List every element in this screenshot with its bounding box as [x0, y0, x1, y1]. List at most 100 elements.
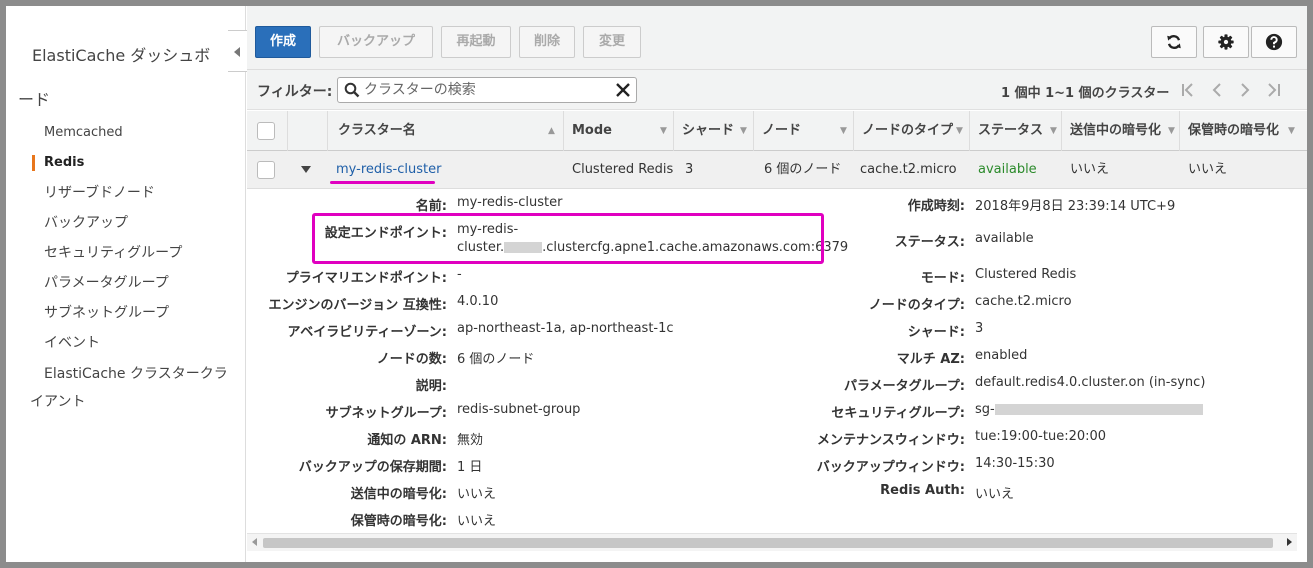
sidebar-item-security-groups[interactable]: セキュリティグループ: [6, 238, 236, 268]
column-header-label: ステータス: [978, 123, 1044, 138]
detail-label-in-transit-encryption: 送信中の暗号化:: [350, 487, 447, 502]
refresh-button[interactable]: [1151, 26, 1197, 58]
search-icon: [344, 82, 360, 98]
column-header-nodes[interactable]: ノード ▼: [753, 111, 853, 151]
column-header-in-transit-encryption[interactable]: 送信中の暗号化 ▼: [1061, 111, 1179, 151]
next-page-icon[interactable]: [1235, 80, 1255, 100]
sort-asc-icon: ▲: [548, 126, 555, 136]
column-header-label: 送信中の暗号化: [1070, 123, 1162, 138]
detail-value-in-transit-encryption: いいえ: [457, 487, 497, 502]
detail-label-node-count: ノードの数:: [376, 352, 447, 367]
sidebar-item-reserved-nodes[interactable]: リザーブドノード: [6, 178, 236, 208]
cell-nodes: 6 個のノード: [764, 162, 842, 177]
last-page-icon[interactable]: [1263, 80, 1283, 100]
sidebar-item-label: サブネットグループ: [44, 305, 170, 321]
cell-status: available: [978, 162, 1037, 177]
backup-button[interactable]: バックアップ: [319, 26, 433, 58]
sidebar-item-label: Memcached: [44, 125, 123, 140]
detail-label-primary-endpoint: プライマリエンドポイント:: [285, 271, 447, 286]
column-header-status[interactable]: ステータス ▼: [969, 111, 1061, 151]
cluster-name-annotation-underline: [330, 181, 435, 184]
row-checkbox[interactable]: [257, 161, 275, 179]
delete-button[interactable]: 削除: [519, 26, 575, 58]
reboot-button[interactable]: 再起動: [441, 26, 511, 58]
sidebar-item-label: リザーブドノード: [44, 185, 155, 201]
detail-label-availability-zones: アベイラビリティーゾーン:: [287, 325, 447, 340]
detail-value-notification-arn: 無効: [457, 433, 484, 448]
security-group-prefix[interactable]: sg-: [975, 402, 995, 417]
column-header-label: シャード: [682, 123, 735, 138]
detail-label-notification-arn: 通知の ARN:: [367, 433, 447, 448]
help-icon: [1265, 33, 1283, 51]
sidebar-item-label: パラメータグループ: [44, 275, 169, 291]
detail-value-engine-version: 4.0.10: [457, 294, 499, 309]
sidebar-item-label: バックアップ: [44, 215, 128, 231]
detail-label-security-group: セキュリティグループ:: [831, 406, 965, 421]
detail-value-node-type: cache.t2.micro: [975, 294, 1072, 309]
table-header: クラスター名 ▲ Mode ▼ シャード ▼ ノード ▼ ノードのタイプ ▼ ス…: [247, 111, 1307, 151]
column-header-mode[interactable]: Mode ▼: [563, 111, 673, 151]
cell-mode: Clustered Redis: [572, 162, 674, 177]
detail-value-backup-window: 14:30-15:30: [975, 456, 1055, 471]
clear-icon[interactable]: [614, 81, 632, 99]
sidebar-item-events[interactable]: イベント: [6, 328, 236, 358]
sidebar-item-parameter-groups[interactable]: パラメータグループ: [6, 268, 236, 298]
detail-label-multi-az: マルチ AZ:: [896, 352, 965, 367]
modify-button[interactable]: 変更: [583, 26, 641, 58]
first-page-icon[interactable]: [1179, 80, 1199, 100]
column-header-node-type[interactable]: ノードのタイプ ▼: [853, 111, 969, 151]
sort-icon: ▼: [956, 126, 963, 136]
filter-bar: フィルター: 1 個中 1~1 個のクラスター: [247, 70, 1307, 110]
filter-label: フィルター:: [257, 84, 333, 100]
cell-node-type: cache.t2.micro: [860, 162, 957, 177]
sidebar-item-backups[interactable]: バックアップ: [6, 208, 236, 238]
sort-icon: ▼: [1288, 126, 1295, 136]
expand-icon[interactable]: [301, 166, 311, 173]
detail-value-created-time: 2018年9月8日 23:39:14 UTC+9: [975, 199, 1176, 214]
settings-button[interactable]: [1203, 26, 1249, 58]
detail-value-mode: Clustered Redis: [975, 267, 1077, 282]
sidebar-item-label: イベント: [44, 335, 100, 351]
sidebar-item-memcached[interactable]: Memcached: [6, 118, 236, 148]
sort-icon: ▼: [1168, 126, 1175, 136]
detail-value-multi-az: enabled: [975, 348, 1028, 363]
search-input[interactable]: [364, 80, 604, 100]
sort-icon: ▼: [740, 126, 747, 136]
column-header-at-rest-encryption[interactable]: 保管時の暗号化 ▼: [1179, 111, 1299, 151]
column-header-label: ノードのタイプ: [862, 123, 954, 138]
detail-label-redis-auth: Redis Auth:: [880, 483, 965, 498]
detail-value-primary-endpoint: -: [457, 267, 462, 282]
sidebar-collapse-toggle[interactable]: [228, 30, 248, 72]
help-button[interactable]: [1251, 26, 1297, 58]
detail-value-at-rest-encryption: いいえ: [457, 514, 497, 529]
sidebar-item-cluster-client[interactable]: ElastiCache クラスタークラ イアント: [6, 358, 236, 416]
sidebar-item-label: セキュリティグループ: [44, 245, 183, 261]
column-header-label: 保管時の暗号化: [1188, 123, 1280, 138]
sidebar-item-subnet-groups[interactable]: サブネットグループ: [6, 298, 236, 328]
redacted-mask: [994, 404, 1203, 415]
sidebar-nav: Memcached Redis リザーブドノード バックアップ セキュリティグル…: [6, 118, 236, 416]
detail-label-created-time: 作成時刻:: [907, 199, 965, 214]
scroll-right-icon[interactable]: [1287, 538, 1292, 546]
sort-icon: ▼: [1050, 126, 1057, 136]
select-all-checkbox[interactable]: [257, 122, 275, 140]
gear-icon: [1218, 34, 1234, 50]
sidebar-item-redis[interactable]: Redis: [6, 148, 236, 178]
detail-label-backup-window: バックアップウィンドウ:: [816, 460, 965, 475]
horizontal-scrollbar[interactable]: [247, 533, 1297, 551]
detail-value-status: available: [975, 231, 1034, 246]
create-button[interactable]: 作成: [255, 26, 311, 58]
search-box[interactable]: [337, 77, 637, 103]
detail-label-backup-retention: バックアップの保存期間:: [298, 460, 447, 475]
prev-page-icon[interactable]: [1207, 80, 1227, 100]
sidebar-title-dashboard[interactable]: ElastiCache ダッシュボ ード: [18, 34, 217, 122]
column-header-cluster-name[interactable]: クラスター名 ▲: [327, 111, 563, 151]
detail-label-parameter-group: パラメータグループ:: [843, 379, 965, 394]
scrollbar-thumb[interactable]: [263, 538, 1273, 548]
scroll-left-icon[interactable]: [252, 538, 257, 546]
cell-shards: 3: [685, 162, 694, 177]
detail-label-mode: モード:: [920, 271, 965, 286]
toolbar: 作成 バックアップ 再起動 削除 変更: [247, 6, 1307, 70]
detail-value-maintenance-window: tue:19:00-tue:20:00: [975, 429, 1107, 444]
column-header-shards[interactable]: シャード ▼: [673, 111, 753, 151]
